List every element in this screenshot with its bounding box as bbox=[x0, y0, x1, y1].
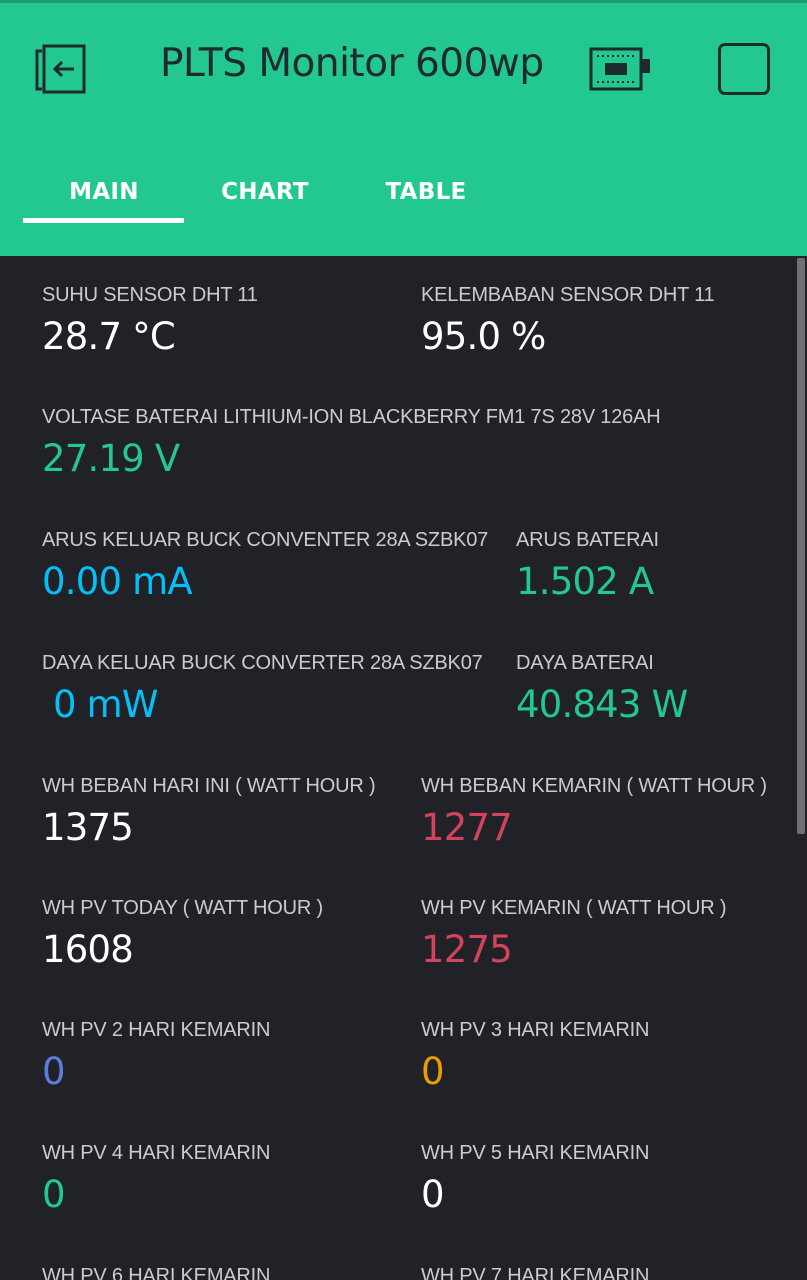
widget-buck-current[interactable]: ARUS KELUAR BUCK CONVENTER 28A SZBK07 0.… bbox=[42, 529, 488, 603]
widget-value: 0 bbox=[42, 1173, 66, 1216]
widget-value: 28.7 °C bbox=[42, 315, 176, 358]
app-title: PLTS Monitor 600wp bbox=[160, 41, 544, 86]
exit-icon bbox=[35, 44, 86, 94]
widget-wh-load-today[interactable]: WH BEBAN HARI INI ( WATT HOUR ) 1375 bbox=[42, 775, 376, 849]
widget-label: WH PV TODAY ( WATT HOUR ) bbox=[42, 897, 323, 919]
widget-label: WH PV 2 HARI KEMARIN bbox=[42, 1019, 271, 1041]
device-board-icon bbox=[589, 47, 650, 91]
widget-wh-pv-7[interactable]: WH PV 7 HARI KEMARIN bbox=[421, 1265, 649, 1280]
widget-value: 0 bbox=[42, 1050, 66, 1093]
widget-label: VOLTASE BATERAI LITHIUM-ION BLACKBERRY F… bbox=[42, 406, 661, 428]
tab-table[interactable]: TABLE bbox=[345, 179, 507, 205]
widget-label: ARUS BATERAI bbox=[516, 529, 659, 551]
cutoff-row: WH PV 6 HARI KEMARIN WH PV 7 HARI KEMARI… bbox=[0, 1262, 807, 1280]
app-header: PLTS Monitor 600wp MAIN CHART TABLE bbox=[0, 0, 807, 256]
widget-value: 0 mW bbox=[42, 683, 159, 726]
widget-buck-power[interactable]: DAYA KELUAR BUCK CONVERTER 28A SZBK07 0 … bbox=[42, 652, 483, 726]
widget-battery-power[interactable]: DAYA BATERAI 40.843 W bbox=[516, 652, 688, 726]
widget-label: WH PV KEMARIN ( WATT HOUR ) bbox=[421, 897, 727, 919]
widget-value: 40.843 W bbox=[516, 683, 688, 726]
widget-wh-pv-6[interactable]: WH PV 6 HARI KEMARIN bbox=[42, 1265, 270, 1280]
widget-label: SUHU SENSOR DHT 11 bbox=[42, 284, 258, 306]
widget-humidity[interactable]: KELEMBABAN SENSOR DHT 11 95.0 % bbox=[421, 284, 715, 358]
widget-label: WH PV 3 HARI KEMARIN bbox=[421, 1019, 650, 1041]
exit-button[interactable] bbox=[34, 43, 92, 95]
widget-label: DAYA KELUAR BUCK CONVERTER 28A SZBK07 bbox=[42, 652, 483, 674]
widget-value: 0 bbox=[421, 1173, 445, 1216]
widget-label: KELEMBABAN SENSOR DHT 11 bbox=[421, 284, 715, 306]
widget-value: 1375 bbox=[42, 806, 134, 849]
widget-value: 1.502 A bbox=[516, 560, 654, 603]
widget-value: 1275 bbox=[421, 928, 513, 971]
widget-value: 0 bbox=[421, 1050, 445, 1093]
widget-label: WH PV 7 HARI KEMARIN bbox=[421, 1265, 650, 1280]
widget-label: WH PV 6 HARI KEMARIN bbox=[42, 1265, 271, 1280]
device-button[interactable] bbox=[586, 43, 656, 95]
widget-label: DAYA BATERAI bbox=[516, 652, 654, 674]
widget-wh-pv-2[interactable]: WH PV 2 HARI KEMARIN 0 bbox=[42, 1019, 270, 1093]
widget-wh-load-yesterday[interactable]: WH BEBAN KEMARIN ( WATT HOUR ) 1277 bbox=[421, 775, 767, 849]
widget-value: 27.19 V bbox=[42, 437, 180, 480]
widget-value: 1608 bbox=[42, 928, 134, 971]
widget-label: WH PV 4 HARI KEMARIN bbox=[42, 1142, 271, 1164]
widget-value: 1277 bbox=[421, 806, 513, 849]
scrollbar[interactable] bbox=[797, 258, 805, 834]
widget-battery-voltage[interactable]: VOLTASE BATERAI LITHIUM-ION BLACKBERRY F… bbox=[42, 406, 661, 480]
tab-main[interactable]: MAIN bbox=[23, 179, 185, 205]
widget-value: 95.0 % bbox=[421, 315, 546, 358]
widget-label: WH BEBAN KEMARIN ( WATT HOUR ) bbox=[421, 775, 767, 797]
widget-wh-pv-5[interactable]: WH PV 5 HARI KEMARIN 0 bbox=[421, 1142, 649, 1216]
widget-value: 0.00 mA bbox=[42, 560, 193, 603]
widget-label: WH BEBAN HARI INI ( WATT HOUR ) bbox=[42, 775, 376, 797]
widget-wh-pv-yesterday[interactable]: WH PV KEMARIN ( WATT HOUR ) 1275 bbox=[421, 897, 727, 971]
active-tab-indicator bbox=[23, 218, 184, 223]
widget-wh-pv-3[interactable]: WH PV 3 HARI KEMARIN 0 bbox=[421, 1019, 649, 1093]
widget-wh-pv-today[interactable]: WH PV TODAY ( WATT HOUR ) 1608 bbox=[42, 897, 323, 971]
square-button[interactable] bbox=[718, 43, 770, 95]
widget-label: ARUS KELUAR BUCK CONVENTER 28A SZBK07 bbox=[42, 529, 489, 551]
widget-battery-current[interactable]: ARUS BATERAI 1.502 A bbox=[516, 529, 659, 603]
tab-chart[interactable]: CHART bbox=[184, 179, 346, 205]
widget-label: WH PV 5 HARI KEMARIN bbox=[421, 1142, 650, 1164]
widget-wh-pv-4[interactable]: WH PV 4 HARI KEMARIN 0 bbox=[42, 1142, 270, 1216]
widget-temperature[interactable]: SUHU SENSOR DHT 11 28.7 °C bbox=[42, 284, 258, 358]
